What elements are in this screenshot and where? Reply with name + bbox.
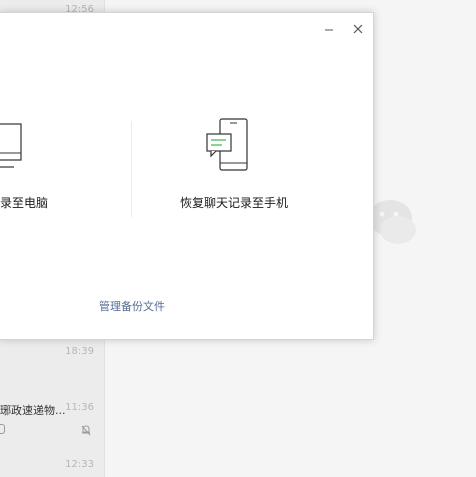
wechat-logo-icon bbox=[368, 200, 416, 244]
monitor-icon bbox=[0, 123, 22, 168]
close-icon bbox=[353, 24, 363, 34]
mute-bell-icon bbox=[81, 425, 91, 436]
minimize-icon bbox=[325, 29, 333, 31]
restore-to-phone-label: 恢复聊天记录至手机 bbox=[180, 196, 289, 210]
backup-restore-dialog: 录至电脑 恢复聊天记录至手机 管理备份文件 bbox=[0, 12, 374, 340]
message-icon bbox=[0, 424, 5, 434]
close-button[interactable] bbox=[348, 19, 368, 39]
phone-chat-icon bbox=[206, 118, 248, 171]
chat-time: 11:36 bbox=[65, 402, 94, 413]
chat-time: 12:33 bbox=[65, 459, 94, 470]
chat-name[interactable]: 琊政速递物... bbox=[0, 402, 66, 418]
chat-time: 18:39 bbox=[65, 346, 94, 357]
divider bbox=[131, 121, 132, 217]
backup-to-pc-label: 录至电脑 bbox=[0, 196, 49, 210]
manage-backup-link[interactable]: 管理备份文件 bbox=[99, 298, 165, 314]
minimize-button[interactable] bbox=[319, 19, 339, 39]
